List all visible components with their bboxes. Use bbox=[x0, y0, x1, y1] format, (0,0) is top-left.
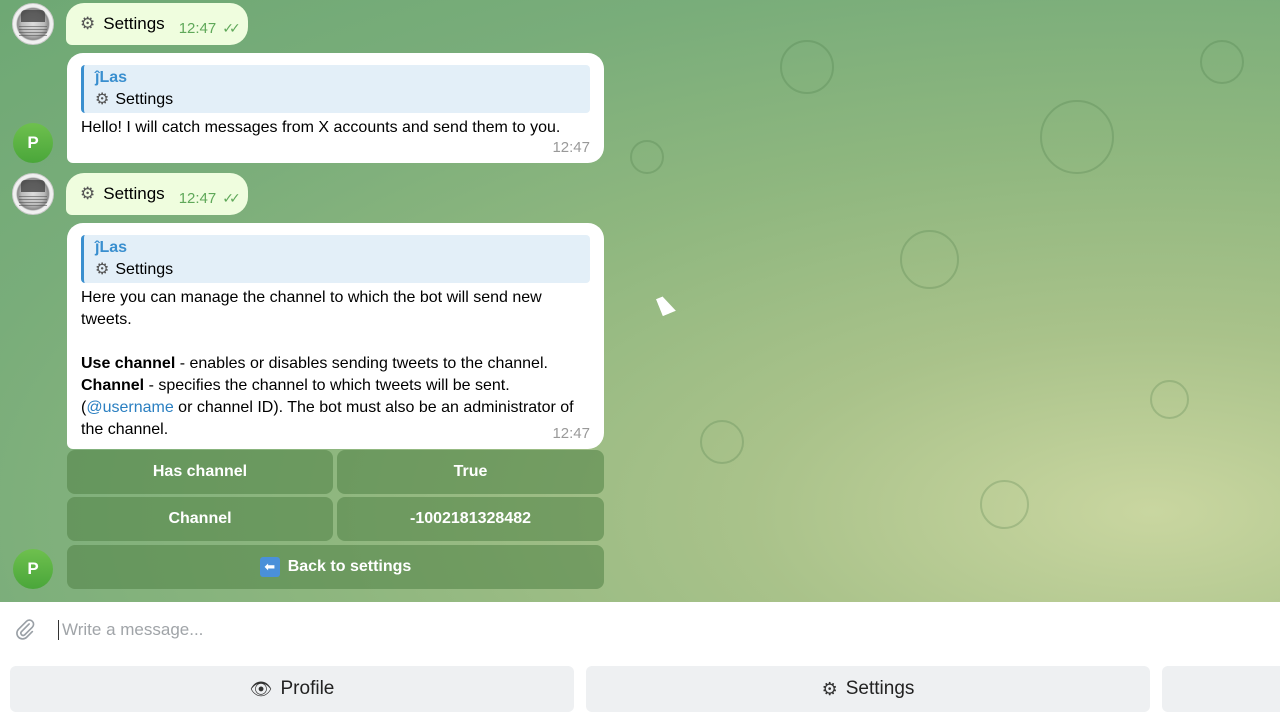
outgoing-message[interactable]: ⚙ Settings 12:47 ✓✓ bbox=[66, 173, 248, 215]
user-avatar[interactable] bbox=[12, 173, 54, 215]
message-text: Hello! I will catch messages from X acco… bbox=[81, 119, 561, 136]
channel-value-button[interactable]: -1002181328482 bbox=[337, 497, 604, 541]
has-channel-value-button[interactable]: True bbox=[337, 450, 604, 494]
back-to-settings-button[interactable]: ⬅ Back to settings bbox=[67, 545, 604, 589]
gear-icon: ⚙ bbox=[95, 91, 110, 108]
double-check-icon: ✓✓ bbox=[222, 189, 241, 206]
channel-label: Channel bbox=[81, 377, 145, 394]
settings-button[interactable]: ⚙ Settings bbox=[586, 666, 1150, 712]
gear-icon: ⚙ bbox=[95, 261, 110, 278]
reply-quote[interactable]: ĵLas ⚙ Settings bbox=[81, 235, 590, 283]
bot-avatar[interactable]: P bbox=[13, 549, 53, 589]
message-text: Settings bbox=[103, 14, 165, 33]
double-check-icon: ✓✓ bbox=[222, 19, 241, 36]
incoming-message[interactable]: ĵLas ⚙ Settings Here you can manage the c… bbox=[67, 223, 604, 449]
message-channel: Channel - specifies the channel to which… bbox=[81, 375, 590, 397]
back-to-settings-label: Back to settings bbox=[287, 558, 412, 575]
reply-author: ĵLas bbox=[95, 69, 128, 86]
incoming-message[interactable]: ĵLas ⚙ Settings Hello! I will catch messa… bbox=[67, 53, 604, 163]
back-arrow-icon: ⬅ bbox=[259, 557, 280, 577]
message-input[interactable] bbox=[60, 612, 1164, 648]
message-use-channel: Use channel - enables or disables sendin… bbox=[81, 353, 590, 375]
message-time: 12:47 bbox=[178, 19, 217, 37]
reply-author: ĵLas bbox=[95, 239, 128, 256]
message-time: 12:47 bbox=[178, 189, 217, 207]
eye-icon: 👁 bbox=[249, 678, 273, 699]
outgoing-message[interactable]: ⚙ Settings 12:47 ✓✓ bbox=[66, 3, 248, 45]
bot-avatar[interactable]: P bbox=[13, 123, 53, 163]
user-avatar[interactable] bbox=[12, 3, 54, 45]
use-channel-label: Use channel bbox=[81, 355, 176, 372]
reply-quote[interactable]: ĵLas ⚙ Settings bbox=[81, 65, 590, 113]
paperclip-icon[interactable] bbox=[14, 617, 36, 641]
profile-label: Profile bbox=[280, 678, 335, 699]
has-channel-button[interactable]: Has channel bbox=[67, 450, 333, 494]
message-time: 12:47 bbox=[552, 139, 590, 156]
reply-text: Settings bbox=[115, 261, 174, 278]
gear-icon: ⚙ bbox=[821, 678, 838, 699]
more-button[interactable] bbox=[1162, 666, 1280, 712]
channel-desc: - specifies the channel to which tweets … bbox=[144, 377, 510, 394]
channel-button[interactable]: Channel bbox=[67, 497, 333, 541]
gear-icon: ⚙ bbox=[80, 184, 96, 203]
profile-button[interactable]: 👁 Profile bbox=[10, 666, 574, 712]
reply-text: Settings bbox=[115, 91, 174, 108]
username-link[interactable]: @username bbox=[86, 399, 173, 416]
gear-icon: ⚙ bbox=[80, 14, 96, 33]
message-intro: Here you can manage the channel to which… bbox=[81, 289, 547, 328]
message-text: Settings bbox=[103, 184, 165, 203]
text-caret bbox=[58, 620, 59, 640]
use-channel-desc: - enables or disables sending tweets to … bbox=[175, 355, 548, 372]
settings-label: Settings bbox=[845, 678, 915, 699]
